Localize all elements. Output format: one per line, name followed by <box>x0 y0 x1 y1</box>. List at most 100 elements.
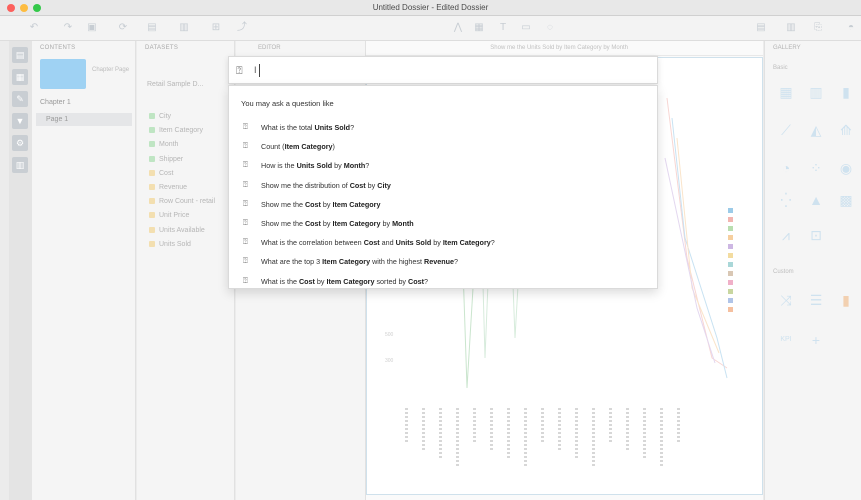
area-chart-icon[interactable]: ◭ <box>805 121 827 139</box>
chapter-item[interactable]: Chapter 1 <box>40 99 71 106</box>
suggestion-object-name: Month <box>392 219 414 228</box>
editor-tab[interactable]: EDITOR <box>236 41 365 55</box>
histogram-icon[interactable]: ⩘ <box>775 226 797 244</box>
chart-legend <box>728 208 758 316</box>
suggestion-question-icon: ⍰ <box>243 275 248 285</box>
y-tick-label: 300 <box>385 358 394 364</box>
suggestion-item[interactable]: ⍰ Count (Item Category) <box>237 138 651 154</box>
suggestion-item[interactable]: ⍰ Show me the Cost by Item Category <box>237 196 651 212</box>
pie-chart-icon[interactable]: ◔ <box>775 159 797 177</box>
suggestion-item[interactable]: ⍰ Show me the distribution of Cost by Cit… <box>237 177 651 193</box>
heatmap-icon[interactable]: ▩ <box>835 191 857 209</box>
dataset-object-metric[interactable]: Row Count - retail <box>149 198 215 205</box>
share-icon[interactable]: ⎘ <box>812 22 824 34</box>
legend-swatch <box>728 289 733 294</box>
window-title: Untitled Dossier - Edited Dossier <box>372 3 489 12</box>
main-toolbar: ↶ ↷ ▣ ⟳ ▤ ▥ ⊞ ⤴ ⋀ ▦ T ▭ ◌ ▤ ▥ ⎘ ◓ <box>0 16 861 41</box>
dataset-object-label: Revenue <box>159 184 188 191</box>
legend-item <box>728 217 758 226</box>
insert-icon[interactable]: ▥ <box>178 22 190 34</box>
x-axis-label <box>422 408 425 451</box>
nlq-search-box[interactable]: ⍰ I <box>228 56 658 84</box>
nlq-question-icon: ⍰ <box>236 65 243 77</box>
column-chart-icon[interactable]: ▮ <box>835 83 857 101</box>
nlq-input-value[interactable]: I <box>254 65 257 75</box>
suggestion-object-name: Units Sold <box>314 123 351 132</box>
contents-toggle-icon[interactable]: ▤ <box>12 47 28 63</box>
suggestion-item[interactable]: ⍰ Show me the Cost by Item Category by Mo… <box>237 215 651 231</box>
suggestion-text: by <box>314 276 327 286</box>
x-axis-label <box>558 408 561 451</box>
grid-chart-icon[interactable]: ▦ <box>775 83 797 101</box>
dataset-object-metric[interactable]: Units Available <box>149 226 205 234</box>
comment-icon[interactable]: ◓ <box>845 22 857 34</box>
suggestion-item[interactable]: ⍰ What is the Cost by Item Category sorte… <box>237 273 651 289</box>
legend-swatch <box>728 235 733 240</box>
boxplot-icon[interactable]: ⊡ <box>805 226 827 244</box>
dataset-object-metric[interactable]: Revenue <box>149 184 187 191</box>
scatter-chart-icon[interactable]: ⁘ <box>805 159 827 177</box>
dataset-object-metric[interactable]: Unit Price <box>149 212 189 219</box>
dataset-object-label: Units Sold <box>159 240 191 248</box>
suggestion-text: with the highest <box>370 257 425 267</box>
kpi-icon[interactable]: KPI <box>775 331 797 349</box>
network-icon[interactable]: ⁛ <box>775 191 797 209</box>
bubble-chart-icon[interactable]: ◉ <box>835 159 857 177</box>
add-data-icon[interactable]: ▤ <box>146 22 158 34</box>
layout-icon[interactable]: ▥ <box>785 22 797 34</box>
editor-toggle-icon[interactable]: ✎ <box>12 91 28 107</box>
filter-toggle-icon[interactable]: ▼ <box>12 113 28 129</box>
dataset-source[interactable]: Retail Sample D... <box>147 81 203 88</box>
dataset-object-label: Unit Price <box>159 212 190 220</box>
bar-chart-icon[interactable]: ▥ <box>805 83 827 101</box>
dataset-object-attribute[interactable]: City <box>149 113 171 120</box>
grid-icon[interactable]: ▦ <box>473 22 485 34</box>
refresh-icon[interactable]: ⟳ <box>117 22 129 34</box>
suggestions-header: You may ask a question like <box>241 99 334 108</box>
dataset-object-metric[interactable]: Cost <box>149 169 173 177</box>
undo-icon[interactable]: ↶ <box>28 22 40 34</box>
text-icon[interactable]: T <box>497 22 509 34</box>
custom-viz-icon[interactable]: ☰ <box>805 291 827 309</box>
visualization-icon[interactable]: ⋀ <box>452 22 464 34</box>
dataset-object-attribute[interactable]: Shipper <box>149 155 183 163</box>
page-thumbnail[interactable] <box>40 59 86 89</box>
format-toggle-icon[interactable]: ⚙ <box>12 135 28 151</box>
dataset-object-label: City <box>159 113 172 120</box>
present-icon[interactable]: ▤ <box>755 22 767 34</box>
add-visualization-icon[interactable]: + <box>805 331 827 349</box>
save-icon[interactable]: ▣ <box>86 22 98 34</box>
legend-swatch <box>728 298 733 303</box>
suggestion-item[interactable]: ⍰ What are the top 3 Item Category with t… <box>237 253 651 269</box>
image-icon[interactable]: ▭ <box>520 22 532 34</box>
suggestion-object-name: Cost <box>408 276 425 286</box>
suggestion-object-name: Item Category <box>322 257 371 267</box>
dataset-object-attribute[interactable]: Item Category <box>149 127 203 134</box>
gallery-header: GALLERY <box>773 45 801 51</box>
legend-swatch <box>728 307 733 312</box>
filter-icon[interactable]: ⊞ <box>210 22 222 34</box>
custom-viz-icon[interactable]: ▮ <box>835 291 857 309</box>
suggestion-item[interactable]: ⍰ How is the Units Sold by Month? <box>237 157 651 173</box>
shape-icon[interactable]: ◌ <box>544 22 556 34</box>
dataset-object-metric[interactable]: Units Sold <box>149 240 191 248</box>
datasets-toggle-icon[interactable]: ▦ <box>12 69 28 85</box>
export-icon[interactable]: ⤴ <box>236 22 248 34</box>
page-item[interactable]: Page 1 <box>36 113 132 126</box>
dual-axis-icon[interactable]: ⟰ <box>835 121 857 139</box>
map-icon[interactable]: ▲ <box>805 191 827 209</box>
suggestion-text: ? <box>365 161 370 171</box>
legend-swatch <box>728 262 733 267</box>
suggestion-item[interactable]: ⍰ What is the correlation between Cost an… <box>237 234 651 250</box>
custom-viz-icon[interactable]: ⤨ <box>775 291 797 309</box>
dataset-object-attribute[interactable]: Month <box>149 141 178 148</box>
legend-item <box>728 226 758 235</box>
suggestion-object-name: Cost <box>363 238 380 248</box>
suggestion-object-name: Item Category <box>332 199 381 209</box>
gallery-toggle-icon[interactable]: ▥ <box>12 157 28 173</box>
datasets-panel: DATASETS Retail Sample D... City Item Cat… <box>137 41 235 500</box>
suggestion-item[interactable]: ⍰ What is the total Units Sold? <box>237 119 651 135</box>
redo-icon[interactable]: ↷ <box>62 22 74 34</box>
suggestion-text: by <box>320 219 333 228</box>
line-chart-icon[interactable]: ⟋ <box>775 121 797 139</box>
